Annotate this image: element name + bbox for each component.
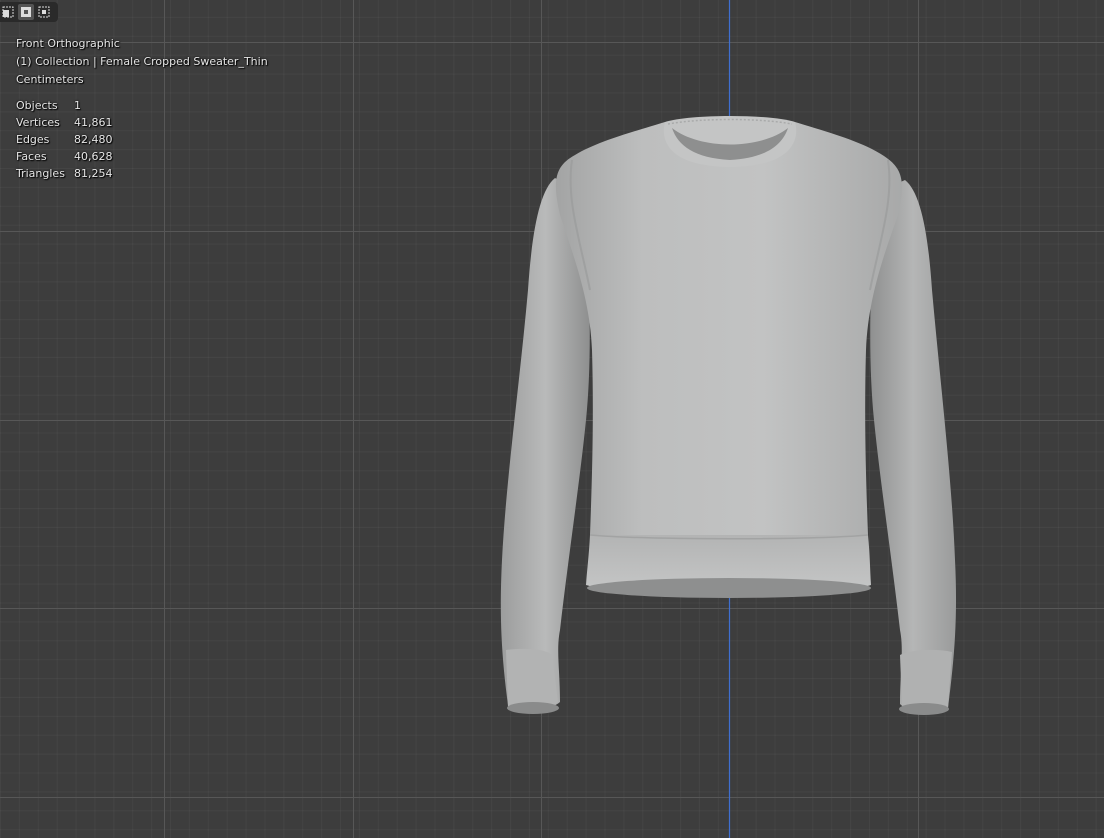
select-box-new-icon[interactable] [0,4,16,20]
stat-objects: Objects 1 [16,97,113,114]
stat-label: Faces [16,150,47,163]
stat-label: Vertices [16,116,60,129]
stat-value: 81,254 [74,167,113,180]
stat-label: Edges [16,133,50,146]
view-name: Front Orthographic [16,37,120,50]
stat-value: 82,480 [74,133,113,146]
stat-triangles: Triangles 81,254 [16,165,113,182]
right-sleeve [870,180,957,714]
stat-label: Objects [16,99,58,112]
collection-object-label: (1) Collection | Female Cropped Sweater_… [16,55,268,68]
select-box-extend-icon[interactable] [18,4,34,20]
3d-viewport[interactable]: Front Orthographic (1) Collection | Fema… [0,0,1104,838]
sweater-body [555,122,902,535]
stat-edges: Edges 82,480 [16,131,113,148]
unit-system: Centimeters [16,73,84,86]
selection-mode-toolbar[interactable] [0,2,58,22]
stat-value: 40,628 [74,150,113,163]
stat-faces: Faces 40,628 [16,148,113,165]
stat-value: 41,861 [74,116,113,129]
sweater-model[interactable] [0,0,1104,838]
stat-label: Triangles [16,167,65,180]
stat-vertices: Vertices 41,861 [16,114,113,131]
scene-statistics: Objects 1 Vertices 41,861 Edges 82,480 F… [16,97,113,182]
stat-value: 1 [74,99,81,112]
select-box-subtract-icon[interactable] [36,4,52,20]
viewport-info-overlay: Front Orthographic (1) Collection | Fema… [16,35,268,89]
